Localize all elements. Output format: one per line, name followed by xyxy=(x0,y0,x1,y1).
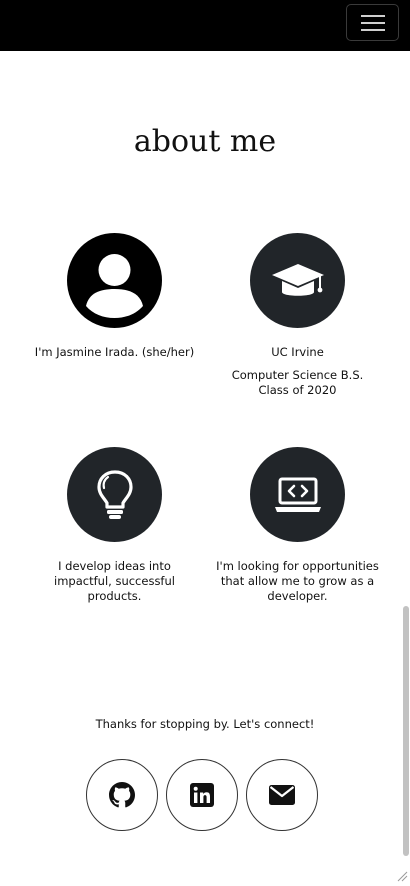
card-line: developer. xyxy=(267,589,328,603)
card-text-ideas: I develop ideas into impactful, successf… xyxy=(24,559,205,604)
github-link[interactable] xyxy=(86,759,158,831)
card-line: I'm Jasmine Irada. (she/her) xyxy=(34,345,195,359)
github-icon xyxy=(109,782,135,808)
graduation-cap-icon xyxy=(250,233,345,328)
user-avatar-icon xyxy=(67,233,162,328)
connect-message: Thanks for stopping by. Let's connect! xyxy=(95,717,315,731)
card-line-degree: Computer Science B.S. xyxy=(231,368,364,382)
card-text-opportunities: I'm looking for opportunities that allow… xyxy=(206,559,389,604)
menu-toggle-button[interactable] xyxy=(346,4,399,41)
linkedin-link[interactable] xyxy=(166,759,238,831)
card-text-name: I'm Jasmine Irada. (she/her) xyxy=(24,345,205,360)
top-navbar xyxy=(0,0,410,51)
hamburger-icon-bar xyxy=(361,29,385,31)
hamburger-icon xyxy=(361,15,385,17)
scrollbar-thumb[interactable] xyxy=(403,606,409,856)
card-line: I develop ideas into xyxy=(58,559,171,573)
card-line: products. xyxy=(87,589,142,603)
card-line: that allow me to grow as a xyxy=(220,574,375,588)
card-line: I'm looking for opportunities xyxy=(216,559,379,573)
email-link[interactable] xyxy=(246,759,318,831)
card-line-class: Class of 2020 xyxy=(258,383,337,397)
card-text-education: UC Irvine Computer Science B.S. Class of… xyxy=(206,345,389,398)
linkedin-icon xyxy=(190,783,214,807)
page-title: about me xyxy=(133,124,277,159)
email-icon xyxy=(269,785,295,805)
card-line: impactful, successful xyxy=(54,574,175,588)
hamburger-icon-bar xyxy=(361,22,385,24)
resize-grip-icon[interactable] xyxy=(396,870,408,882)
laptop-code-icon xyxy=(250,447,345,542)
lightbulb-icon xyxy=(67,447,162,542)
card-line-school: UC Irvine xyxy=(271,345,324,359)
